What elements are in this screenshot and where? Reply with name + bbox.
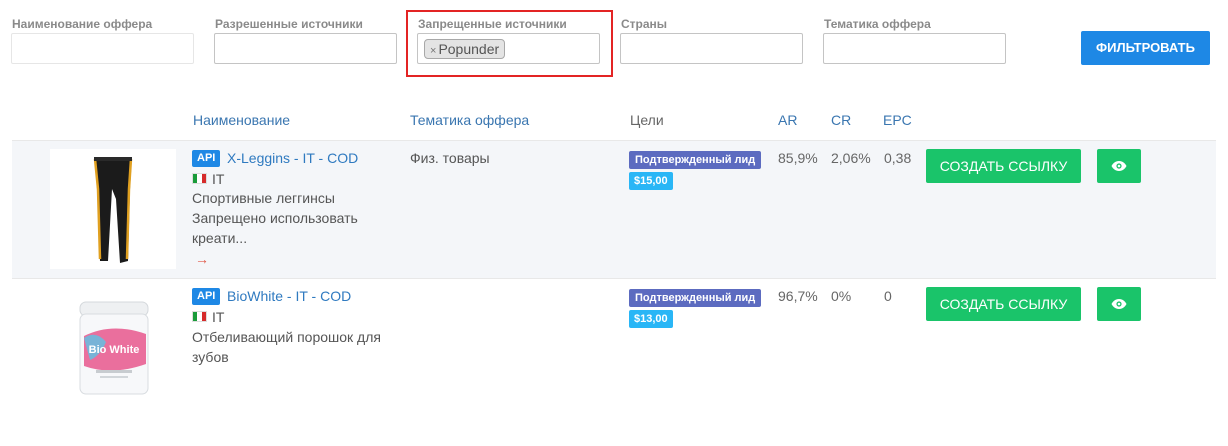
country-code: IT <box>212 309 225 325</box>
filter-countries-label: Страны <box>621 17 668 31</box>
italy-flag-icon <box>192 311 207 322</box>
countries-input[interactable] <box>620 33 803 64</box>
forbidden-source-tag: × Popunder <box>424 39 506 59</box>
price-badge: $13,00 <box>629 310 673 328</box>
offer-description: Отбеливающий порошок для зубов <box>192 329 381 365</box>
column-header-theme[interactable]: Тематика оффера <box>410 112 529 128</box>
view-button[interactable] <box>1097 149 1141 183</box>
filter-allowed-sources-label: Разрешенные источники <box>215 17 363 31</box>
eye-icon <box>1111 299 1127 309</box>
country-code: IT <box>212 171 225 187</box>
epc-value: 0,38 <box>884 150 912 166</box>
allowed-sources-input[interactable] <box>214 33 397 64</box>
forbidden-sources-input[interactable]: × Popunder <box>417 33 600 64</box>
view-button[interactable] <box>1097 287 1141 321</box>
eye-icon <box>1111 161 1127 171</box>
tag-label: Popunder <box>438 41 500 57</box>
column-header-ar[interactable]: AR <box>778 112 797 128</box>
offer-name-link[interactable]: BioWhite - IT - COD <box>227 288 351 304</box>
filter-button[interactable]: ФИЛЬТРОВАТЬ <box>1081 31 1210 65</box>
create-link-button[interactable]: СОЗДАТЬ ССЫЛКУ <box>926 149 1081 183</box>
offer-name-link[interactable]: X-Leggins - IT - COD <box>227 150 358 166</box>
goal-badge: Подтвержденный лид <box>629 289 762 307</box>
column-header-cr[interactable]: CR <box>831 112 851 128</box>
column-header-name[interactable]: Наименование <box>193 112 290 128</box>
biowhite-jar-image[interactable]: Bio White <box>50 286 176 406</box>
tag-remove-icon[interactable]: × <box>430 45 436 57</box>
filter-forbidden-sources-label: Запрещенные источники <box>418 17 567 31</box>
cr-value: 0% <box>831 288 852 304</box>
column-header-epc[interactable]: EPC <box>883 112 912 128</box>
filter-offer-theme-label: Тематика оффера <box>824 17 931 31</box>
api-badge: API <box>192 150 221 167</box>
api-badge: API <box>192 288 221 305</box>
ar-value: 85,9% <box>778 150 818 166</box>
ar-value: 96,7% <box>778 288 818 304</box>
offer-theme-input[interactable] <box>823 33 1006 64</box>
column-header-goals: Цели <box>630 112 664 128</box>
create-link-button[interactable]: СОЗДАТЬ ССЫЛКУ <box>926 287 1081 321</box>
jar-label: Bio White <box>89 344 140 356</box>
offer-theme: Физ. товары <box>410 150 490 166</box>
arrow-right-icon[interactable]: → <box>195 251 209 267</box>
epc-value: 0 <box>884 288 892 304</box>
offer-name-input[interactable] <box>11 33 194 64</box>
row-divider <box>12 278 1216 279</box>
offer-description: Спортивные леггинсы Запрещено использова… <box>192 190 358 246</box>
leggings-image[interactable] <box>50 149 176 269</box>
goal-badge: Подтвержденный лид <box>629 151 762 169</box>
italy-flag-icon <box>192 173 207 184</box>
price-badge: $15,00 <box>629 172 673 190</box>
filter-offer-name-label: Наименование оффера <box>12 17 153 31</box>
cr-value: 2,06% <box>831 150 871 166</box>
